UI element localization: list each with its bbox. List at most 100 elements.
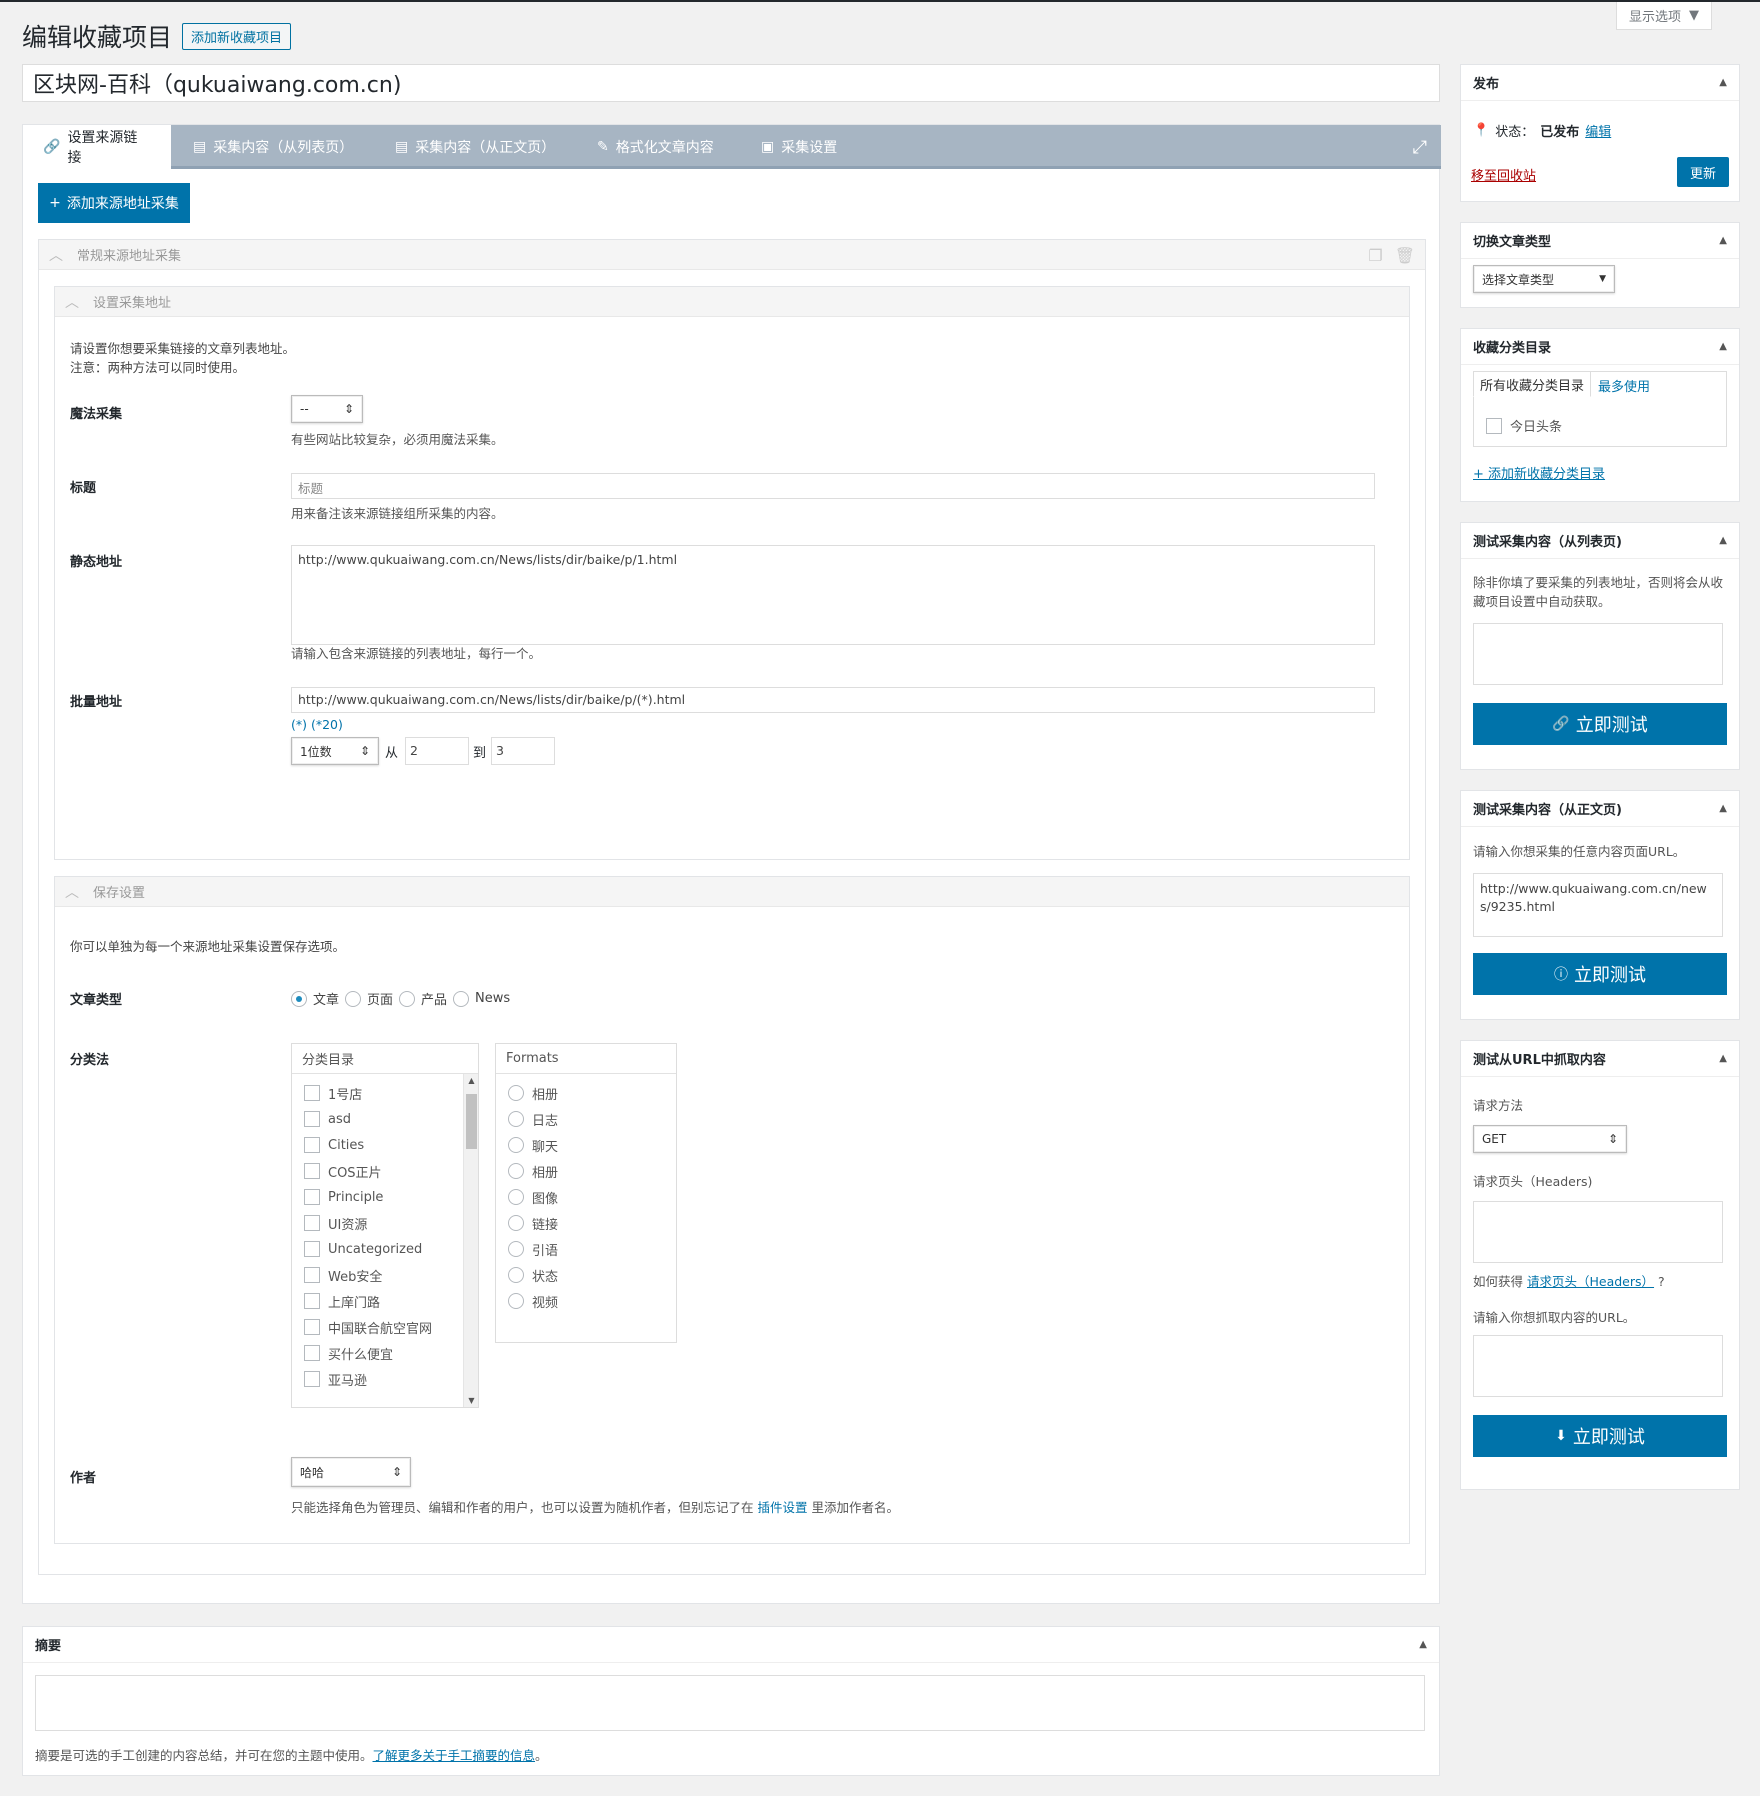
category-list-item[interactable]: Uncategorized <box>292 1236 462 1262</box>
category-list-item[interactable]: Web安全 <box>292 1262 462 1288</box>
format-list-item[interactable]: 日志 <box>496 1106 676 1132</box>
category-list-item[interactable]: Cities <box>292 1132 462 1158</box>
tab-format-content[interactable]: ✎ 格式化文章内容 <box>577 125 734 169</box>
category-list-item[interactable]: UI资源 <box>292 1210 462 1236</box>
method-select[interactable]: GET ⇕ <box>1473 1125 1627 1153</box>
format-radio[interactable] <box>508 1085 524 1101</box>
update-button[interactable]: 更新 <box>1677 157 1729 187</box>
category-checkbox[interactable] <box>304 1189 320 1205</box>
url-settings-header[interactable]: ︿ 设置采集地址 <box>55 287 1409 317</box>
category-list-item[interactable]: 中国联合航空官网 <box>292 1314 462 1340</box>
category-checkbox[interactable] <box>304 1293 320 1309</box>
test-list-header[interactable]: 测试采集内容（从列表页) ▲ <box>1461 523 1739 559</box>
source-group-header[interactable]: ︿ 常规来源地址采集 <box>39 240 1425 270</box>
test-url-button[interactable]: ⬇ 立即测试 <box>1473 1415 1727 1457</box>
excerpt-textarea[interactable] <box>35 1675 1425 1731</box>
radio-page[interactable] <box>345 990 362 1007</box>
digits-select[interactable]: 1位数 ⇕ <box>291 737 379 765</box>
trash-icon[interactable]: 🗑 <box>1395 246 1415 265</box>
test-content-button[interactable]: ⓘ 立即测试 <box>1473 953 1727 995</box>
caret-up-icon[interactable]: ▲ <box>1719 535 1727 546</box>
category-list-item[interactable]: 亚马逊 <box>292 1366 462 1392</box>
from-field[interactable]: 2 <box>405 737 469 765</box>
test-list-button[interactable]: 🔗 立即测试 <box>1473 703 1727 745</box>
category-checkbox[interactable] <box>304 1241 320 1257</box>
trash-link[interactable]: 移至回收站 <box>1471 165 1536 184</box>
format-radio[interactable] <box>508 1137 524 1153</box>
fetch-url-textarea[interactable] <box>1473 1335 1723 1397</box>
categories-scrollbar[interactable]: ▲ ▼ <box>463 1074 478 1407</box>
batch-url-field[interactable]: http://www.qukuaiwang.com.cn/News/lists/… <box>291 687 1375 713</box>
category-list-item[interactable]: 上庠门路 <box>292 1288 462 1314</box>
caret-up-icon[interactable]: ▲ <box>1719 77 1727 88</box>
format-list-item[interactable]: 引语 <box>496 1236 676 1262</box>
scroll-thumb[interactable] <box>466 1094 477 1149</box>
format-list-item[interactable]: 状态 <box>496 1262 676 1288</box>
test-list-textarea[interactable] <box>1473 623 1723 685</box>
caret-up-icon[interactable]: ▲ <box>1719 341 1727 352</box>
add-new-button[interactable]: 添加新收藏项目 <box>182 22 292 50</box>
caret-up-icon[interactable]: ▲ <box>1719 1053 1727 1064</box>
tab-detail-content[interactable]: ▤ 采集内容（从正文页） <box>375 125 575 169</box>
format-radio[interactable] <box>508 1241 524 1257</box>
copy-icon[interactable]: ❐ <box>1368 246 1382 265</box>
category-checkbox[interactable] <box>304 1163 320 1179</box>
format-radio[interactable] <box>508 1111 524 1127</box>
category-list-item[interactable]: 1号店 <box>292 1080 462 1106</box>
format-list-item[interactable]: 相册 <box>496 1080 676 1106</box>
save-settings-header[interactable]: ︿ 保存设置 <box>55 877 1409 907</box>
fullscreen-icon[interactable]: ⤢ <box>1413 137 1427 158</box>
format-list-item[interactable]: 视频 <box>496 1288 676 1314</box>
format-radio[interactable] <box>508 1215 524 1231</box>
format-list-item[interactable]: 相册 <box>496 1158 676 1184</box>
add-source-button[interactable]: + 添加来源地址采集 <box>38 183 190 223</box>
tab-source-links[interactable]: 🔗 设置来源链接 <box>23 125 171 169</box>
category-checkbox[interactable] <box>304 1111 320 1127</box>
static-url-textarea[interactable]: http://www.qukuaiwang.com.cn/News/lists/… <box>291 545 1375 645</box>
format-radio[interactable] <box>508 1267 524 1283</box>
category-list-item[interactable]: COS正片 <box>292 1158 462 1184</box>
category-checkbox[interactable] <box>304 1319 320 1335</box>
excerpt-learn-more-link[interactable]: 了解更多关于手工摘要的信息 <box>373 1748 536 1763</box>
category-checkbox[interactable] <box>304 1371 320 1387</box>
category-checkbox[interactable] <box>1486 417 1502 434</box>
collection-category-header[interactable]: 收藏分类目录 ▲ <box>1461 329 1739 365</box>
edit-status-link[interactable]: 编辑 <box>1585 121 1611 140</box>
add-category-link[interactable]: + 添加新收藏分类目录 <box>1473 463 1605 482</box>
radio-news[interactable] <box>453 990 470 1007</box>
category-list-item[interactable]: 买什么便宜 <box>292 1340 462 1366</box>
headers-textarea[interactable] <box>1473 1201 1723 1263</box>
test-url-header[interactable]: 测试从URL中抓取内容 ▲ <box>1461 1041 1739 1077</box>
author-select[interactable]: 哈哈 ⇕ <box>291 1457 411 1487</box>
post-title-input[interactable]: 区块网-百科（qukuaiwang.com.cn) <box>22 64 1440 102</box>
publish-header[interactable]: 发布 ▲ <box>1461 65 1739 101</box>
caret-up-icon[interactable]: ▲ <box>1719 235 1727 246</box>
category-checkbox[interactable] <box>304 1085 320 1101</box>
headers-help-link[interactable]: 请求页头（Headers） <box>1527 1274 1654 1289</box>
category-checkbox[interactable] <box>304 1345 320 1361</box>
excerpt-header[interactable]: 摘要 ▲ <box>23 1627 1439 1663</box>
tab-all-categories[interactable]: 所有收藏分类目录 <box>1473 371 1592 397</box>
category-list-item[interactable]: Principle <box>292 1184 462 1210</box>
category-checkbox[interactable] <box>304 1137 320 1153</box>
test-content-header[interactable]: 测试采集内容（从正文页) ▲ <box>1461 791 1739 827</box>
format-list-item[interactable]: 图像 <box>496 1184 676 1210</box>
title-field[interactable]: 标题 <box>291 473 1375 499</box>
category-checkbox[interactable] <box>304 1215 320 1231</box>
category-list-item[interactable]: asd <box>292 1106 462 1132</box>
caret-up-icon[interactable]: ▲ <box>1419 1639 1427 1650</box>
post-type-select[interactable]: 选择文章类型 ▼ <box>1473 265 1615 293</box>
tab-most-used[interactable]: 最多使用 <box>1598 376 1650 395</box>
scroll-down-icon[interactable]: ▼ <box>464 1396 479 1405</box>
switch-type-header[interactable]: 切换文章类型 ▲ <box>1461 223 1739 259</box>
scroll-up-icon[interactable]: ▲ <box>464 1076 479 1085</box>
to-field[interactable]: 3 <box>491 737 555 765</box>
tab-collect-settings[interactable]: ▣ 采集设置 <box>741 125 857 169</box>
magic-select[interactable]: -- ⇕ <box>291 395 363 423</box>
radio-product[interactable] <box>399 990 416 1007</box>
plugin-settings-link[interactable]: 插件设置 <box>758 1500 808 1515</box>
screen-options-toggle[interactable]: 显示选项 ▼ <box>1615 2 1712 30</box>
radio-post[interactable] <box>291 990 307 1007</box>
format-radio[interactable] <box>508 1189 524 1205</box>
format-list-item[interactable]: 链接 <box>496 1210 676 1236</box>
